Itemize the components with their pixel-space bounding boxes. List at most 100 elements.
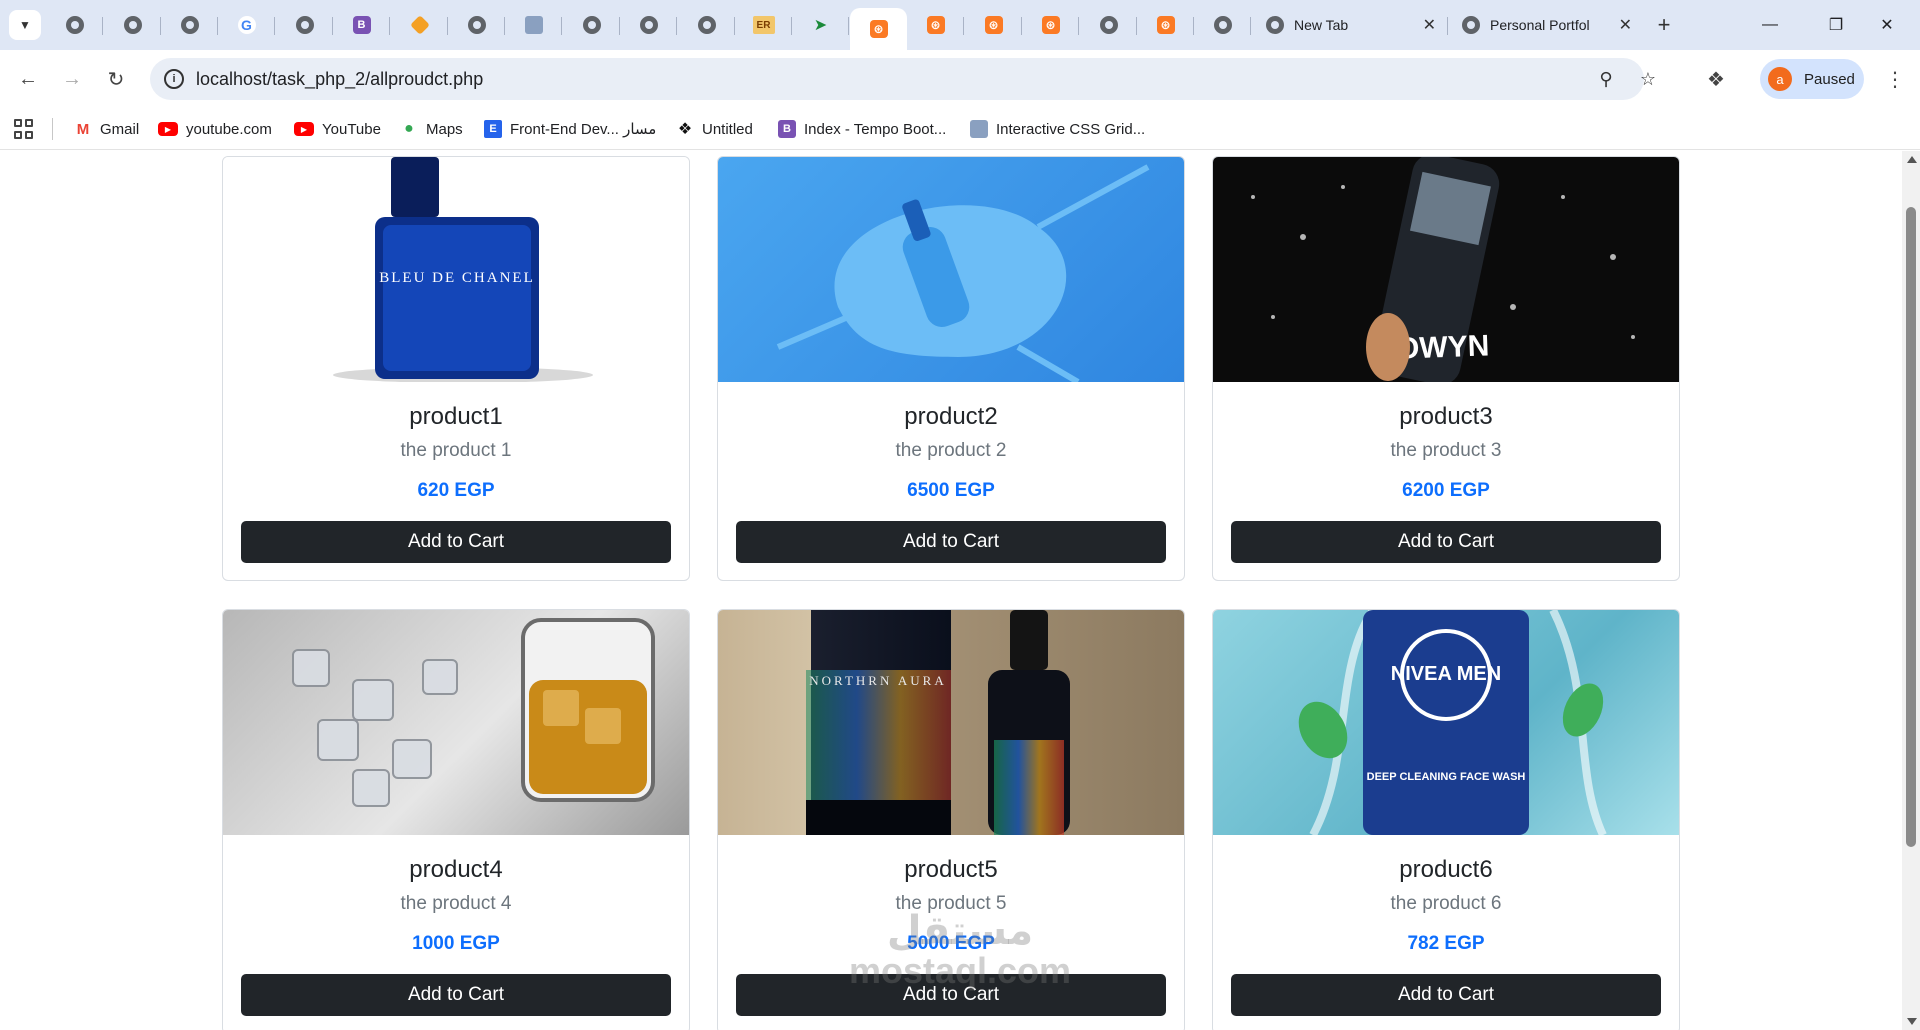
browser-tab[interactable]: ➤: [792, 9, 849, 41]
product-price: 782 EGP: [1407, 933, 1485, 954]
bookmarks-bar: M Gmail ▶ youtube.com ▶ YouTube ● Maps E…: [0, 108, 1920, 150]
browser-tab[interactable]: [563, 9, 620, 41]
maps-icon: ●: [404, 120, 414, 137]
product-price: 1000 EGP: [412, 933, 500, 954]
browser-tab-portfolio[interactable]: Personal Portfol ✕: [1450, 9, 1644, 41]
browser-tab[interactable]: [46, 9, 103, 41]
product-image: [223, 610, 689, 835]
tube-subtitle: DEEP CLEANING FACE WASH: [1367, 771, 1526, 783]
xampp-icon: ⊛: [1156, 16, 1175, 34]
bookmark-front-end-dev[interactable]: E Front-End Dev... مسار: [484, 117, 656, 141]
apps-grid-icon[interactable]: [14, 119, 34, 139]
globe-icon: [1462, 16, 1480, 34]
product-title: product6: [1399, 856, 1493, 883]
bookmark-label: Untitled: [702, 120, 753, 138]
bookmark-youtube[interactable]: ▶ YouTube: [294, 117, 381, 141]
browser-tab-new-tab[interactable]: New Tab ✕: [1254, 9, 1448, 41]
tab-search-button[interactable]: ▼: [9, 10, 41, 40]
bookmark-label: Front-End Dev... مسار: [510, 121, 657, 138]
scroll-thumb[interactable]: [1906, 207, 1916, 847]
browser-tab[interactable]: [104, 9, 161, 41]
browser-tab[interactable]: ER: [735, 9, 792, 41]
browser-tab[interactable]: [620, 9, 677, 41]
site-info-icon[interactable]: i: [164, 69, 184, 89]
browser-tab[interactable]: B: [333, 9, 390, 41]
globe-icon: [1099, 16, 1118, 34]
add-to-cart-button[interactable]: Add to Cart: [241, 974, 671, 1016]
add-to-cart-button[interactable]: Add to Cart: [1231, 974, 1661, 1016]
menu-icon[interactable]: ⋮: [1880, 63, 1910, 95]
tube-brand: NIVEA MEN: [1391, 663, 1501, 685]
bookmark-youtube-com[interactable]: ▶ youtube.com: [158, 117, 272, 141]
browser-tab[interactable]: [678, 9, 735, 41]
tab-title: Personal Portfol: [1490, 17, 1590, 33]
product-title: product3: [1399, 403, 1493, 430]
globe-icon: [639, 16, 658, 34]
extensions-icon[interactable]: ❖: [1700, 63, 1732, 95]
bottle-label: BLEU DE CHANEL: [379, 270, 535, 286]
browser-tab[interactable]: [1194, 9, 1251, 41]
add-to-cart-button[interactable]: Add to Cart: [736, 521, 1166, 563]
browser-tab[interactable]: [276, 9, 333, 41]
minimize-button[interactable]: —: [1737, 0, 1803, 50]
bookmark-gmail[interactable]: M Gmail: [74, 117, 139, 141]
bookmark-css-grid[interactable]: Interactive CSS Grid...: [970, 117, 1145, 141]
browser-tab[interactable]: ⊛: [1137, 9, 1194, 41]
close-icon[interactable]: ✕: [1619, 15, 1632, 35]
add-to-cart-button[interactable]: Add to Cart: [241, 521, 671, 563]
google-icon: G: [237, 16, 256, 34]
add-to-cart-button[interactable]: Add to Cart: [1231, 521, 1661, 563]
new-tab-button[interactable]: +: [1649, 10, 1679, 40]
bookmark-maps[interactable]: ● Maps: [400, 117, 463, 141]
product-description: the product 4: [400, 893, 512, 914]
scroll-up-icon[interactable]: [1907, 156, 1917, 163]
bootstrap-icon: B: [352, 16, 371, 34]
add-to-cart-button[interactable]: Add to Cart: [736, 974, 1166, 1016]
back-button[interactable]: ←: [12, 63, 44, 95]
bird-icon: ➤: [813, 17, 828, 34]
close-icon[interactable]: ✕: [1423, 15, 1436, 35]
bookmark-index-tempo[interactable]: B Index - Tempo Boot...: [778, 117, 946, 141]
globe-icon: [697, 16, 716, 34]
globe-icon: [65, 16, 84, 34]
bookmark-untitled[interactable]: ❖ Untitled: [676, 117, 753, 141]
bookmark-label: Index - Tempo Boot...: [804, 120, 947, 138]
diamond-icon: [409, 15, 430, 35]
url-text[interactable]: localhost/task_php_2/allproudct.php: [196, 69, 483, 90]
poster-label: NORTHRN AURA: [809, 673, 946, 688]
browser-tab[interactable]: [505, 9, 562, 41]
profile-status: Paused: [1804, 70, 1855, 88]
xampp-icon: ⊛: [869, 20, 888, 38]
product-image: [718, 157, 1184, 382]
browser-tab[interactable]: [448, 9, 505, 41]
browser-tab-active[interactable]: ⊛: [850, 8, 907, 50]
close-window-button[interactable]: ✕: [1854, 0, 1920, 50]
globe-icon: [180, 16, 199, 34]
tab-strip: ▼ G B ER ➤ ⊛ ⊛ ⊛ ⊛ ⊛ New Tab ✕ Personal …: [0, 0, 1920, 50]
product-description: the product 1: [400, 440, 512, 461]
browser-tab[interactable]: G: [218, 9, 275, 41]
bookmark-label: youtube.com: [186, 120, 272, 138]
youtube-icon: ▶: [158, 122, 178, 136]
address-bar[interactable]: i localhost/task_php_2/allproudct.php ⚲ …: [150, 58, 1656, 100]
globe-icon: [123, 16, 142, 34]
browser-tab[interactable]: [391, 9, 448, 41]
browser-tab[interactable]: [161, 9, 218, 41]
page-scrollbar[interactable]: [1902, 151, 1920, 1030]
forward-button[interactable]: →: [56, 63, 88, 95]
browser-tab[interactable]: ⊛: [965, 9, 1022, 41]
product-price: 6200 EGP: [1402, 480, 1490, 501]
product-card: product4 the product 4 1000 EGP Add to C…: [222, 609, 690, 1030]
reload-button[interactable]: ↻: [100, 63, 132, 95]
er-icon: ER: [752, 16, 775, 34]
profile-button[interactable]: a Paused: [1760, 59, 1864, 99]
browser-tab[interactable]: ⊛: [907, 9, 964, 41]
product-card: product2 the product 2 6500 EGP Add to C…: [717, 156, 1185, 581]
browser-tab[interactable]: [1080, 9, 1137, 41]
zoom-icon[interactable]: ⚲: [1594, 67, 1618, 91]
xampp-icon: ⊛: [926, 16, 945, 34]
browser-tab[interactable]: ⊛: [1022, 9, 1079, 41]
scroll-down-icon[interactable]: [1907, 1018, 1917, 1025]
bookmark-star-icon[interactable]: ☆: [1636, 67, 1660, 91]
product-image: OWYN: [1213, 157, 1679, 382]
